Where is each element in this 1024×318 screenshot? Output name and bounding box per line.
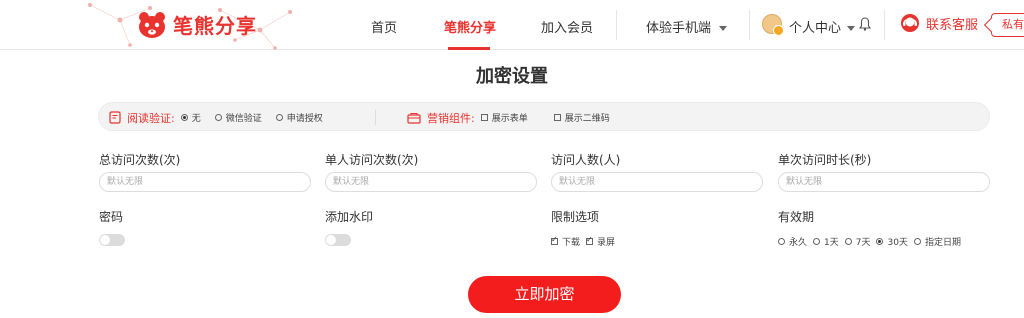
- marketing-option-form[interactable]: 展示表单: [480, 111, 528, 124]
- read-verify-icon: [109, 111, 121, 124]
- single-duration-field: 单次访问时长(秒): [778, 151, 990, 192]
- customer-service-icon: [901, 14, 919, 32]
- contact-service-label: 联系客服: [926, 17, 979, 33]
- validity-option-forever[interactable]: 永久: [778, 235, 807, 248]
- option-label: 微信验证: [225, 114, 262, 124]
- total-visits-field: 总访问次数(次): [99, 151, 311, 192]
- nav-item-membership[interactable]: 加入会员: [541, 17, 593, 36]
- read-verify-option-none[interactable]: 无: [180, 111, 201, 124]
- options-divider: [375, 110, 376, 125]
- validity-field: 有效期 永久 1天 7天 30天 指定日期: [778, 208, 1008, 253]
- checkbox-icon: [480, 114, 488, 121]
- password-field: 密码: [99, 208, 125, 246]
- marketing-option-qrcode[interactable]: 展示二维码: [553, 111, 610, 124]
- option-label: 申请授权: [286, 114, 323, 124]
- single-visits-input[interactable]: [325, 172, 537, 192]
- checkbox-checked-icon: [586, 235, 594, 245]
- option-label: 无: [191, 114, 201, 124]
- nav-item-mobile[interactable]: 体验手机端: [646, 17, 728, 36]
- watermark-field: 添加水印: [325, 208, 374, 246]
- validity-option-1day[interactable]: 1天: [813, 235, 839, 248]
- validity-option-30day[interactable]: 30天: [876, 235, 908, 248]
- top-navigation-bar: 笔熊分享 首页 笔熊分享 加入会员 体验手机端 个人中心 联系客服 私有: [0, 0, 1024, 50]
- single-visits-field: 单人访问次数(次): [325, 151, 537, 192]
- watermark-label: 添加水印: [325, 210, 374, 224]
- password-toggle[interactable]: [99, 234, 125, 246]
- option-label: 展示表单: [491, 114, 528, 124]
- radio-icon: [813, 238, 821, 245]
- nav-divider: [616, 10, 617, 40]
- visitors-input[interactable]: [551, 172, 763, 192]
- restriction-record-option[interactable]: 录屏: [586, 235, 615, 248]
- encrypt-now-button[interactable]: 立即加密: [468, 276, 621, 313]
- option-label: 指定日期: [924, 238, 961, 248]
- restrictions-field: 限制选项 下载 录屏: [551, 208, 751, 253]
- option-label: 录屏: [597, 238, 616, 248]
- radio-icon: [778, 238, 785, 245]
- chevron-down-icon: [847, 26, 856, 31]
- bell-icon[interactable]: [859, 17, 871, 31]
- radio-icon: [214, 114, 222, 121]
- options-bar: 阅读验证: 无 微信验证 申请授权 营销组件: 展示表单 展示二维码: [98, 102, 990, 131]
- brand-name: 笔熊分享: [173, 14, 257, 38]
- read-verify-label: 阅读验证:: [127, 111, 175, 125]
- radio-icon: [844, 238, 852, 245]
- bear-logo-icon: [139, 11, 165, 38]
- radio-selected-icon: [876, 238, 884, 245]
- restriction-download-option[interactable]: 下载: [551, 235, 580, 248]
- nav-divider: [884, 10, 885, 40]
- read-verify-group: 阅读验证: 无 微信验证 申请授权: [109, 103, 337, 132]
- single-duration-input[interactable]: [778, 172, 990, 192]
- single-duration-label: 单次访问时长(秒): [778, 153, 872, 167]
- radio-selected-icon: [180, 114, 188, 121]
- page-title: 加密设置: [476, 66, 548, 87]
- brand-logo[interactable]: 笔熊分享: [137, 10, 257, 39]
- nav-item-home[interactable]: 首页: [371, 17, 397, 36]
- single-visits-label: 单人访问次数(次): [325, 153, 419, 167]
- personal-center-menu[interactable]: 个人中心: [789, 17, 856, 36]
- watermark-toggle[interactable]: [325, 234, 351, 246]
- option-label: 7天: [855, 238, 871, 248]
- read-verify-option-apply[interactable]: 申请授权: [275, 111, 323, 124]
- option-label: 下载: [562, 238, 581, 248]
- chevron-down-icon: [719, 26, 728, 31]
- option-label: 30天: [887, 238, 908, 248]
- validity-option-7day[interactable]: 7天: [844, 235, 871, 248]
- active-nav-indicator: [448, 47, 490, 50]
- validity-label: 有效期: [778, 210, 815, 224]
- option-label: 展示二维码: [564, 114, 610, 124]
- private-message-tag[interactable]: 私有: [991, 13, 1024, 37]
- visitors-label: 访问人数(人): [551, 153, 621, 167]
- marketing-label: 营销组件:: [427, 111, 475, 125]
- avatar[interactable]: [762, 14, 784, 36]
- nav-divider: [749, 10, 750, 40]
- read-verify-option-wechat[interactable]: 微信验证: [214, 111, 262, 124]
- radio-icon: [913, 238, 921, 245]
- password-label: 密码: [99, 210, 124, 224]
- contact-service-link[interactable]: 联系客服: [900, 13, 978, 33]
- nav-item-mobile-label: 体验手机端: [646, 21, 712, 36]
- validity-option-date[interactable]: 指定日期: [913, 235, 961, 248]
- validity-options: 永久 1天 7天 30天 指定日期: [778, 235, 967, 248]
- total-visits-input[interactable]: [99, 172, 311, 192]
- marketing-icon: [407, 112, 421, 124]
- nav-item-share[interactable]: 笔熊分享: [444, 17, 496, 36]
- visitors-field: 访问人数(人): [551, 151, 763, 192]
- marketing-group: 营销组件: 展示表单 展示二维码: [407, 103, 624, 132]
- personal-center-label: 个人中心: [789, 21, 842, 36]
- radio-icon: [275, 114, 283, 121]
- total-visits-label: 总访问次数(次): [99, 153, 181, 167]
- restrictions-options: 下载 录屏: [551, 235, 621, 248]
- checkbox-checked-icon: [551, 235, 558, 245]
- option-label: 1天: [824, 238, 839, 248]
- option-label: 永久: [789, 238, 808, 248]
- checkbox-icon: [553, 114, 561, 121]
- restrictions-label: 限制选项: [551, 210, 600, 224]
